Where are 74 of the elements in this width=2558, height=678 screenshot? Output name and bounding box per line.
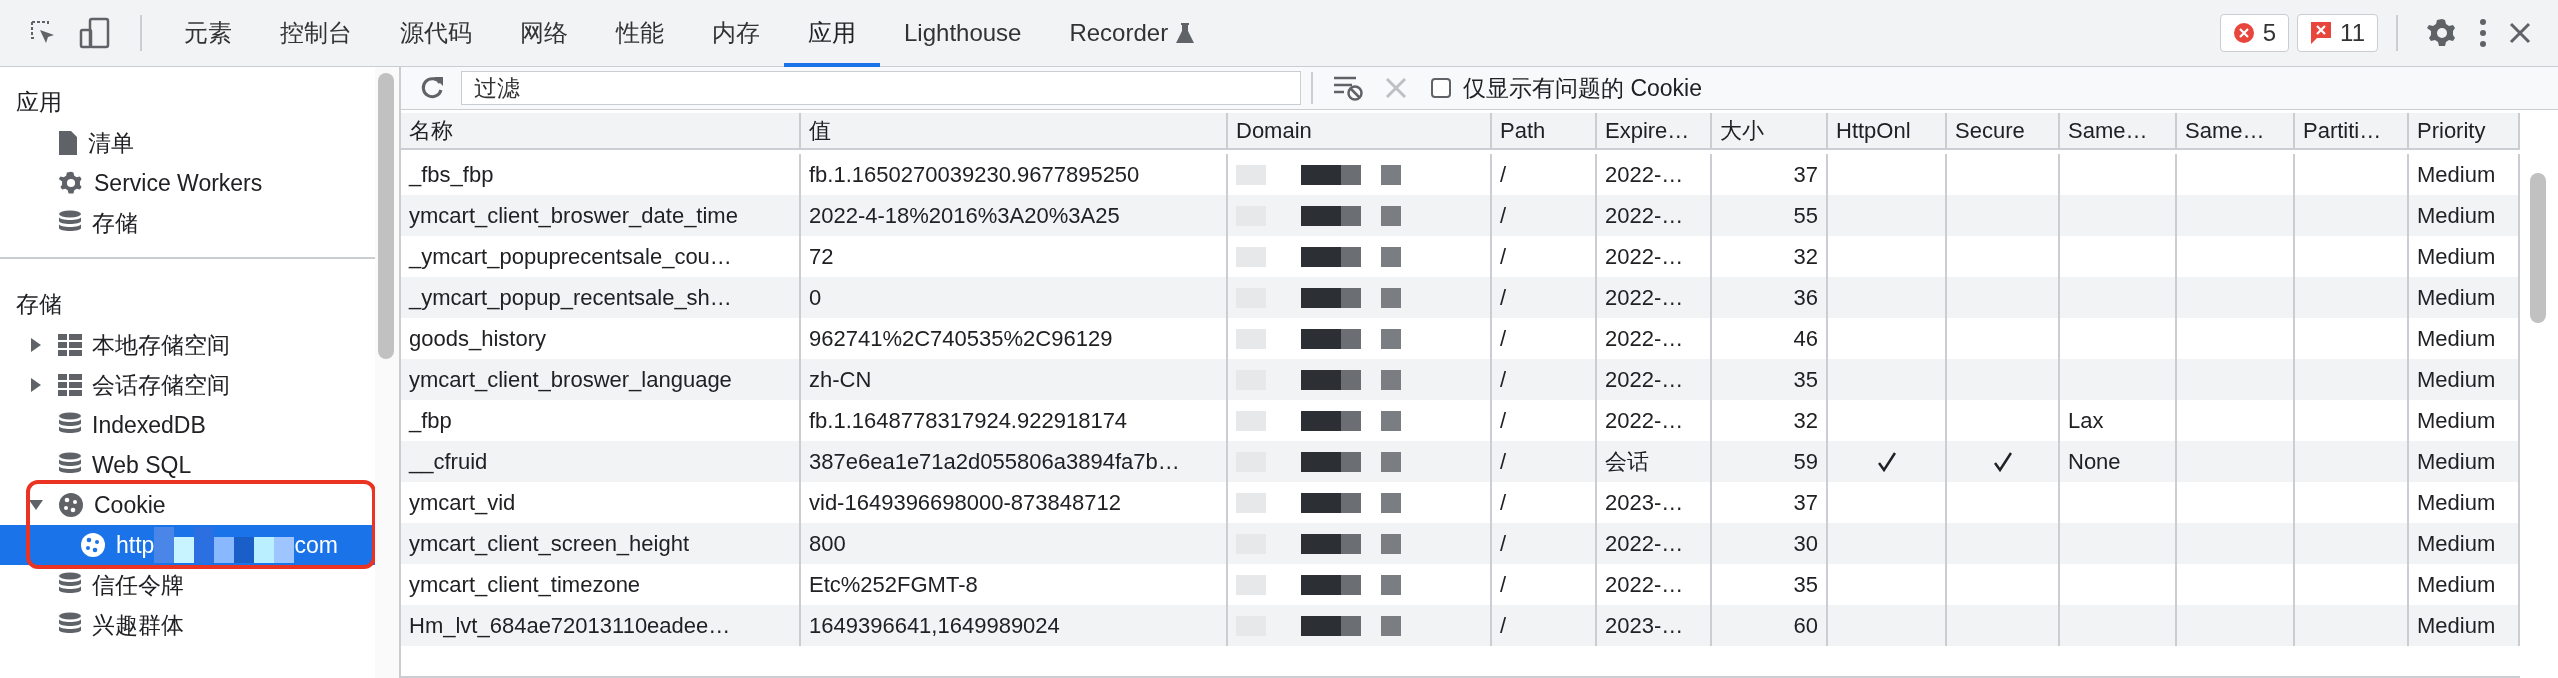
table-cell: /: [1492, 359, 1597, 400]
table-cell: _ymcart_popup_recentsale_sh…: [401, 277, 801, 318]
sidebar-item[interactable]: 兴趣群体: [0, 605, 375, 645]
panel-tab[interactable]: Lighthouse: [880, 0, 1046, 67]
sidebar-item[interactable]: Service Workers: [0, 163, 375, 203]
sidebar-item[interactable]: Web SQL: [0, 445, 375, 485]
column-header[interactable]: Same…: [2060, 113, 2177, 150]
table-cell: Medium: [2409, 441, 2520, 482]
table-cell: Medium: [2409, 195, 2520, 236]
table-cell: ymcart_client_screen_height: [401, 523, 801, 564]
table-cell: 1649396641,1649989024: [801, 605, 1228, 646]
table-cell: __cfruid: [401, 441, 801, 482]
column-header[interactable]: Priority: [2409, 113, 2520, 150]
table-cell: /: [1492, 277, 1597, 318]
table-cell: /: [1492, 195, 1597, 236]
sidebar-item[interactable]: Cookie: [0, 485, 375, 525]
table-cell: Medium: [2409, 359, 2520, 400]
column-header[interactable]: Secure: [1947, 113, 2060, 150]
table-cell: /: [1492, 605, 1597, 646]
table-cell: 会话: [1597, 441, 1712, 482]
table-cell: 2022-…: [1597, 523, 1712, 564]
column-header[interactable]: 名称: [401, 113, 801, 150]
counter-badge[interactable]: 11: [2297, 14, 2378, 52]
table-cell: 2023-…: [1597, 605, 1712, 646]
column-header[interactable]: 值: [801, 113, 1228, 150]
table-cell: 35: [1712, 359, 1828, 400]
panel-tab[interactable]: 网络: [496, 0, 592, 67]
table-cell: Medium: [2409, 605, 2520, 646]
table-cell: 36: [1712, 277, 1828, 318]
table-cell: None: [2060, 441, 2177, 482]
table-cell: 2022-…: [1597, 277, 1712, 318]
column-header[interactable]: Domain: [1228, 113, 1492, 150]
panel-tab[interactable]: 源代码: [376, 0, 496, 67]
table-cell: Hm_lvt_684ae72013110eadee…: [401, 605, 801, 646]
table-cell: Medium: [2409, 523, 2520, 564]
table-cell: 60: [1712, 605, 1828, 646]
table-cell: 800: [801, 523, 1228, 564]
panel-tab[interactable]: 内存: [688, 0, 784, 67]
sidebar-item[interactable]: 清单: [0, 123, 375, 163]
sidebar-item[interactable]: http com: [0, 525, 375, 565]
table-cell: /: [1492, 441, 1597, 482]
panel-tab[interactable]: 控制台: [256, 0, 376, 67]
table-cell: 2022-…: [1597, 195, 1712, 236]
panel-tab[interactable]: 性能: [592, 0, 688, 67]
sidebar-item[interactable]: 本地存储空间: [0, 325, 375, 365]
sidebar-item[interactable]: 存储: [0, 203, 375, 243]
table-cell: 59: [1712, 441, 1828, 482]
table-cell: 30: [1712, 523, 1828, 564]
sidebar-item[interactable]: 会话存储空间: [0, 365, 375, 405]
table-cell: ymcart_client_broswer_language: [401, 359, 801, 400]
table-cell: /: [1492, 523, 1597, 564]
panel-tab[interactable]: 元素: [160, 0, 256, 67]
column-header[interactable]: Same…: [2177, 113, 2295, 150]
counter-badge[interactable]: 5: [2219, 14, 2290, 52]
table-cell: ymcart_client_broswer_date_time: [401, 195, 801, 236]
table-cell: Medium: [2409, 277, 2520, 318]
column-header[interactable]: Partiti…: [2295, 113, 2409, 150]
sidebar-item[interactable]: IndexedDB: [0, 405, 375, 445]
section-heading: 存储: [15, 290, 63, 319]
table-cell: 0: [801, 277, 1228, 318]
table-cell: 387e6ea1e71a2d055806a3894fa7b…: [801, 441, 1228, 482]
checkbox-label[interactable]: 仅显示有问题的 Cookie: [1463, 72, 1702, 104]
filter-field[interactable]: 过滤: [461, 71, 1301, 105]
table-cell: zh-CN: [801, 359, 1228, 400]
column-header[interactable]: 大小: [1712, 113, 1828, 150]
column-header[interactable]: Expire…: [1597, 113, 1712, 150]
sidebar-item[interactable]: 信任令牌: [0, 565, 375, 605]
column-header[interactable]: Path: [1492, 113, 1597, 150]
table-cell: 2022-4-18%2016%3A20%3A25: [801, 195, 1228, 236]
section-heading: 应用: [15, 88, 63, 117]
panel-tab[interactable]: Recorder: [1045, 0, 1219, 67]
column-header[interactable]: HttpOnl: [1828, 113, 1947, 150]
table-cell: 55: [1712, 195, 1828, 236]
table-cell: 2022-…: [1597, 359, 1712, 400]
